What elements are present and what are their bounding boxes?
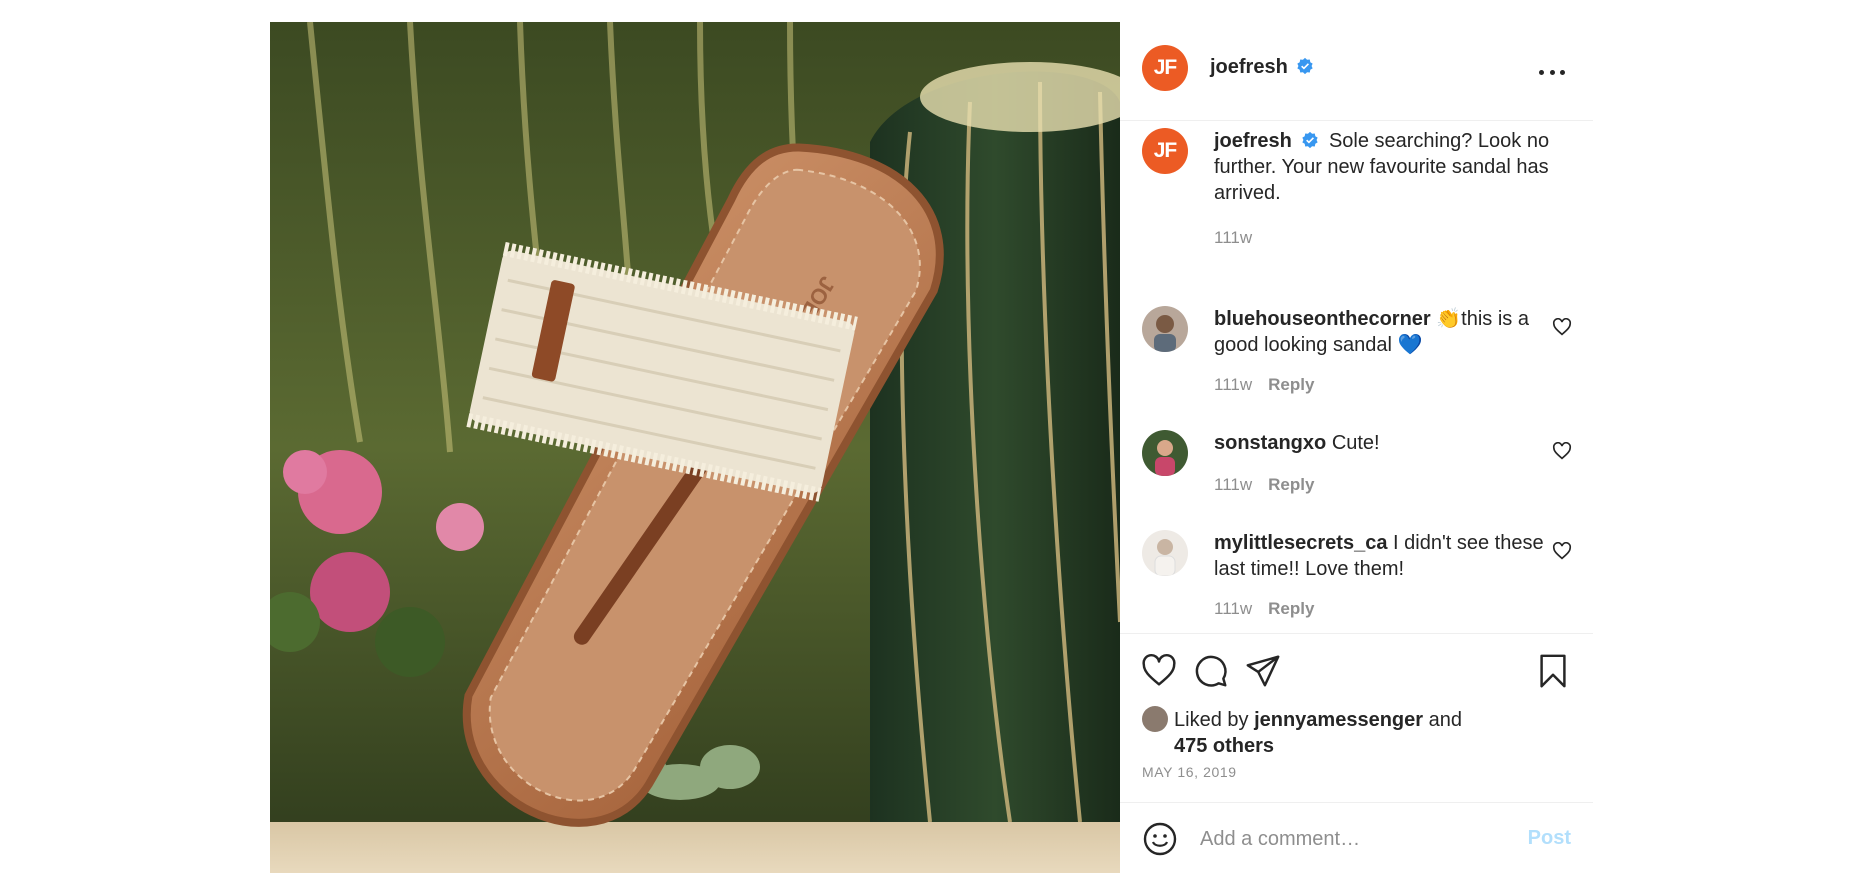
comment-body: bluehouseonthecorner 👏this is a good loo…: [1214, 306, 1544, 358]
likes-conj: and: [1428, 709, 1462, 731]
comment-icon[interactable]: [1192, 652, 1230, 690]
likes-others[interactable]: 475 others: [1174, 735, 1274, 757]
action-bar: Liked by jennyamessenger and 475 others …: [1120, 633, 1593, 874]
caption-age[interactable]: 111w: [1214, 228, 1252, 247]
bookmark-icon[interactable]: [1534, 652, 1572, 690]
add-comment-bar: Post: [1120, 802, 1593, 875]
comment-like-heart-icon[interactable]: [1552, 542, 1572, 560]
post-image[interactable]: JOE FRESH: [270, 22, 1120, 873]
header-user: joefresh: [1210, 56, 1314, 79]
caption-avatar-initials: JF: [1153, 139, 1177, 162]
comment-username[interactable]: sonstangxo: [1214, 432, 1326, 454]
verified-badge-icon: [1302, 131, 1319, 149]
reply-button[interactable]: Reply: [1268, 375, 1314, 394]
avatar-initials: JF: [1153, 56, 1177, 79]
likes-prefix: Liked by: [1174, 709, 1249, 731]
comment-age[interactable]: 111w: [1214, 375, 1252, 394]
heart-icon[interactable]: [1140, 652, 1178, 690]
post-header: JF joefresh: [1120, 22, 1593, 121]
header-username[interactable]: joefresh: [1210, 56, 1288, 78]
comment-input[interactable]: [1200, 825, 1500, 853]
comment-text: Cute!: [1331, 432, 1380, 454]
post-details-panel: JF joefresh JF joefresh Sole searching? …: [1120, 22, 1593, 873]
comment-age[interactable]: 111w: [1214, 475, 1252, 494]
commenter-avatar[interactable]: [1142, 530, 1188, 576]
caption-avatar[interactable]: JF: [1142, 128, 1188, 174]
sandal-photo: JOE FRESH: [270, 22, 1120, 873]
comment-like-heart-icon[interactable]: [1552, 442, 1572, 460]
comment-age[interactable]: 111w: [1214, 599, 1252, 618]
comment-meta: 111w Reply: [1214, 475, 1314, 495]
caption: JF joefresh Sole searching? Look no furt…: [1142, 128, 1572, 247]
commenter-avatar[interactable]: [1142, 430, 1188, 476]
liker-avatar[interactable]: [1142, 706, 1168, 732]
post-date[interactable]: MAY 16, 2019: [1142, 764, 1237, 780]
comment-username[interactable]: mylittlesecrets_ca: [1214, 532, 1387, 554]
comment-item: bluehouseonthecorner 👏this is a good loo…: [1142, 306, 1572, 396]
reply-button[interactable]: Reply: [1268, 475, 1314, 494]
smiley-icon[interactable]: [1142, 821, 1178, 857]
comment-body: mylittlesecrets_ca I didn't see these la…: [1214, 530, 1544, 582]
share-icon[interactable]: [1244, 652, 1282, 690]
comment-meta: 111w Reply: [1214, 599, 1314, 619]
comment-item: mylittlesecrets_ca I didn't see these la…: [1142, 530, 1572, 620]
commenter-avatar[interactable]: [1142, 306, 1188, 352]
comment-body: sonstangxo Cute!: [1214, 430, 1544, 456]
comment-like-heart-icon[interactable]: [1552, 318, 1572, 336]
account-avatar[interactable]: JF: [1142, 45, 1188, 91]
comment-username[interactable]: bluehouseonthecorner: [1214, 308, 1431, 330]
comment-item: sonstangxo Cute! 111w Reply: [1142, 430, 1572, 500]
likes-summary: Liked by jennyamessenger and 475 others: [1142, 706, 1542, 759]
verified-badge-icon: [1297, 57, 1313, 75]
more-options-icon[interactable]: [1539, 66, 1565, 78]
post-comment-button[interactable]: Post: [1528, 827, 1571, 850]
caption-meta: 111w: [1214, 228, 1252, 248]
caption-username[interactable]: joefresh: [1214, 130, 1292, 152]
liker-username[interactable]: jennyamessenger: [1254, 709, 1423, 731]
reply-button[interactable]: Reply: [1268, 599, 1314, 618]
caption-body: joefresh Sole searching? Look no further…: [1214, 128, 1554, 206]
comment-meta: 111w Reply: [1214, 375, 1314, 395]
